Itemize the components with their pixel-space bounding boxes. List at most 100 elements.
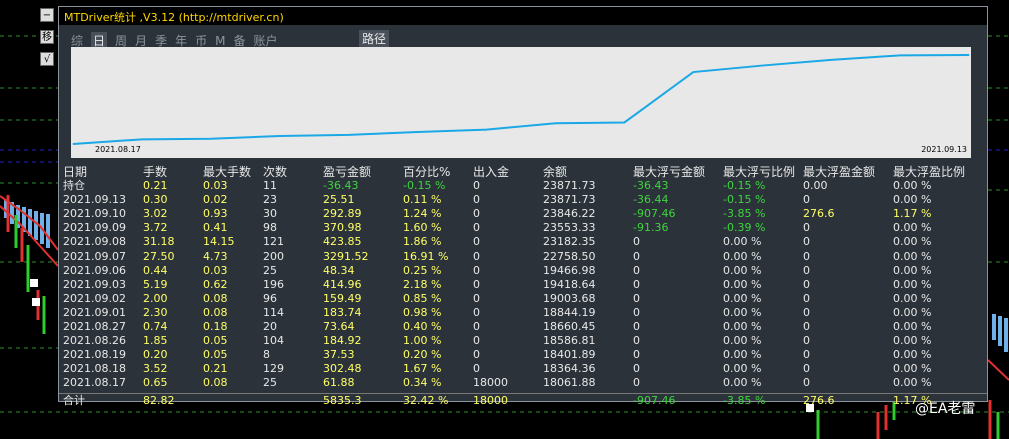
table-cell: 0.00 % bbox=[893, 348, 932, 362]
table-cell: 0.00 % bbox=[723, 305, 762, 319]
table-cell: 0.05 bbox=[203, 348, 228, 362]
table-cell: 2021.08.18 bbox=[63, 362, 126, 376]
table-cell: 121 bbox=[263, 235, 284, 249]
table-cell: 0.00 % bbox=[893, 193, 932, 207]
table-cell: 184.92 bbox=[323, 334, 362, 348]
table-cell: 0.21 bbox=[203, 362, 228, 376]
table-cell: 0 bbox=[803, 235, 810, 249]
table-cell: 30 bbox=[263, 207, 277, 221]
table-cell: 19466.98 bbox=[543, 263, 596, 277]
table-cell: 0.65 bbox=[143, 376, 168, 390]
table-cell: 5.19 bbox=[143, 277, 168, 291]
table-cell: 0.25 % bbox=[403, 263, 442, 277]
table-cell: 3.52 bbox=[143, 362, 168, 376]
table-header-cell: 最大手数 bbox=[203, 165, 252, 179]
table-cell: 48.34 bbox=[323, 263, 355, 277]
table-cell: 0.02 bbox=[203, 193, 228, 207]
table-cell: 200 bbox=[263, 249, 284, 263]
equity-point bbox=[968, 54, 970, 56]
table-cell: 0 bbox=[803, 221, 810, 235]
table-cell: 0 bbox=[803, 249, 810, 263]
table-cell: 0 bbox=[633, 291, 640, 305]
table-cell: 14.15 bbox=[203, 235, 235, 249]
table-cell: -36.43 bbox=[633, 179, 669, 193]
table-cell: 2.18 % bbox=[403, 277, 442, 291]
table-cell: 23871.73 bbox=[543, 193, 596, 207]
table-cell: 98 bbox=[263, 221, 277, 235]
table-cell: 61.88 bbox=[323, 376, 355, 390]
table-cell: -0.39 % bbox=[723, 221, 766, 235]
table-cell: -36.44 bbox=[633, 193, 669, 207]
table-header-cell: 最大浮盈金额 bbox=[803, 165, 876, 179]
table-row: 2021.08.17 0.65 0.08 25 61.88 0.34 % 18000 1806… bbox=[59, 376, 987, 390]
table-cell: 25.51 bbox=[323, 193, 355, 207]
chart-end-date: 2021.09.13 bbox=[921, 145, 967, 154]
table-cell: 25 bbox=[263, 376, 277, 390]
table-cell: 18000 bbox=[473, 376, 508, 390]
table-cell: 276.6 bbox=[803, 393, 835, 407]
table-cell: 0 bbox=[633, 334, 640, 348]
move-button[interactable]: 移 bbox=[40, 30, 54, 44]
table-cell: 414.96 bbox=[323, 277, 362, 291]
table-cell: 5835.3 bbox=[323, 393, 362, 407]
panel-titlebar[interactable]: MTDriver统计 ,V3.12 (http://mtdriver.cn) bbox=[59, 7, 987, 25]
table-header-cell: 盈亏金额 bbox=[323, 165, 372, 179]
minimize-button[interactable]: − bbox=[40, 8, 54, 22]
table-cell: 0.11 % bbox=[403, 193, 442, 207]
table-cell: 159.49 bbox=[323, 291, 362, 305]
table-cell: -907.46 bbox=[633, 207, 676, 221]
table-cell: 0.00 % bbox=[893, 263, 932, 277]
table-cell: -0.15 % bbox=[723, 179, 766, 193]
table-cell: 0 bbox=[803, 305, 810, 319]
tab-path[interactable]: 路径 bbox=[359, 30, 390, 47]
table-cell: -36.43 bbox=[323, 179, 359, 193]
table-row: 2021.08.26 1.85 0.05 104 184.92 1.00 % 0 18586.… bbox=[59, 334, 987, 348]
table-cell: 0 bbox=[633, 320, 640, 334]
table-cell: 23553.33 bbox=[543, 221, 596, 235]
table-cell: 0.00 % bbox=[893, 221, 932, 235]
table-cell: 0 bbox=[633, 235, 640, 249]
table-cell: 0 bbox=[803, 263, 810, 277]
table-cell: 0 bbox=[803, 362, 810, 376]
table-cell: 0.00 % bbox=[723, 249, 762, 263]
tab-7[interactable]: M bbox=[215, 34, 225, 48]
check-button[interactable]: √ bbox=[40, 52, 54, 66]
table-cell: 0.62 bbox=[203, 277, 228, 291]
table-row: 2021.09.08 31.18 14.15 121 423.85 1.86 % 0 2318… bbox=[59, 235, 987, 249]
table-cell: 1.60 % bbox=[403, 221, 442, 235]
table-cell: 0.00 % bbox=[723, 277, 762, 291]
table-cell: 0.08 bbox=[203, 305, 228, 319]
table-cell: 0 bbox=[473, 193, 480, 207]
table-cell: 0.00 % bbox=[893, 305, 932, 319]
table-cell: 23 bbox=[263, 193, 277, 207]
table-cell: 0.00 % bbox=[893, 249, 932, 263]
table-cell: 2021.09.13 bbox=[63, 193, 126, 207]
table-cell: 1.85 bbox=[143, 334, 168, 348]
table-cell: 0.93 bbox=[203, 207, 228, 221]
table-cell: 合计 bbox=[63, 393, 85, 407]
table-header-cell: 日期 bbox=[63, 165, 88, 179]
table-cell: 18586.81 bbox=[543, 334, 596, 348]
table-cell: 1.67 % bbox=[403, 362, 442, 376]
table-header-cell: 出入金 bbox=[473, 165, 510, 179]
table-cell: 23871.73 bbox=[543, 179, 596, 193]
table-cell: 196 bbox=[263, 277, 284, 291]
table-cell: 129 bbox=[263, 362, 284, 376]
table-cell: 0.03 bbox=[203, 263, 228, 277]
table-cell: 423.85 bbox=[323, 235, 362, 249]
table-cell: 82.82 bbox=[143, 393, 175, 407]
table-row: 2021.09.01 2.30 0.08 114 183.74 0.98 % 0 18844.… bbox=[59, 306, 987, 320]
equity-point bbox=[830, 59, 832, 61]
table-cell: 0 bbox=[803, 193, 810, 207]
table-cell: 1.86 % bbox=[403, 235, 442, 249]
table-cell: 1.17 % bbox=[893, 207, 932, 221]
table-cell: 0.30 bbox=[143, 193, 168, 207]
equity-point bbox=[141, 138, 143, 140]
table-header-cell: 百分比% bbox=[403, 165, 451, 179]
table-cell: 0.00 % bbox=[723, 291, 762, 305]
stats-table: 日期 手数 最大手数 次数 盈亏金额 百分比% 出入金 余额 最大浮亏金额 最大浮亏比例 最大浮盈金… bbox=[59, 165, 987, 408]
equity-point bbox=[417, 131, 419, 133]
table-cell: -3.85 % bbox=[723, 207, 766, 221]
table-cell: 2021.08.19 bbox=[63, 348, 126, 362]
table-cell: 0 bbox=[633, 263, 640, 277]
